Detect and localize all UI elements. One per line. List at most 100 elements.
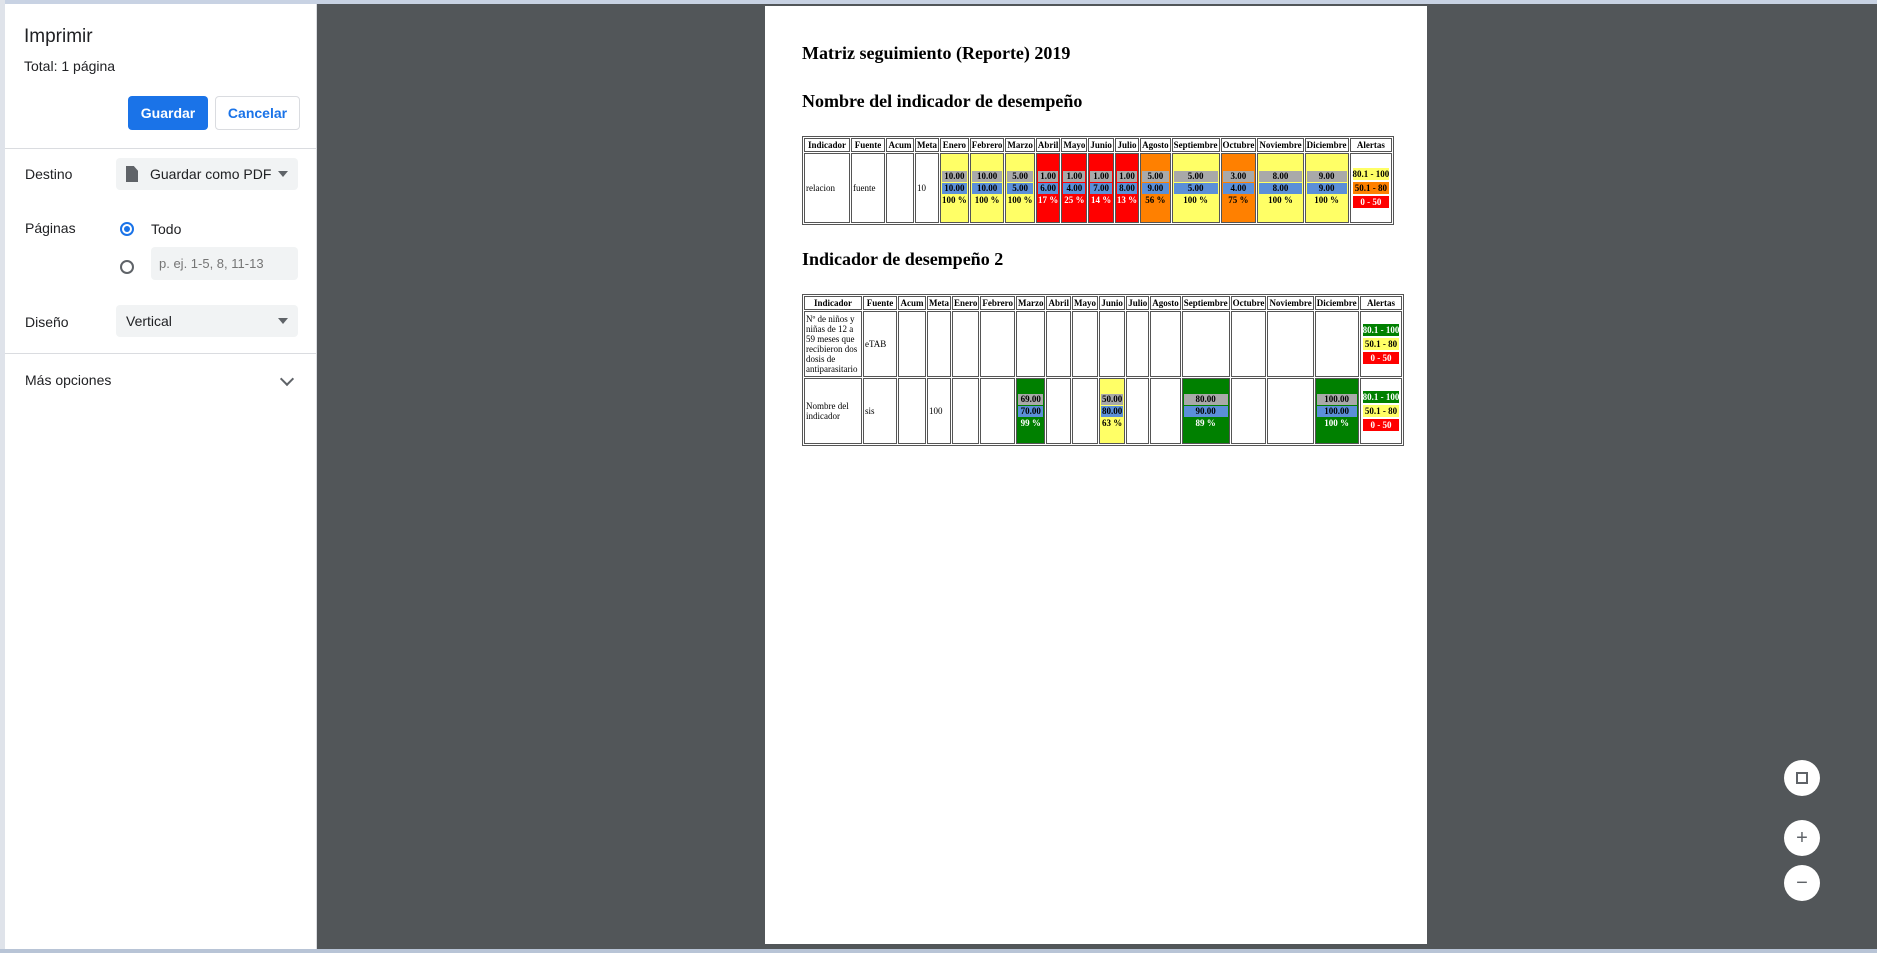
print-dialog-title: Imprimir: [24, 26, 93, 47]
zoom-out-button[interactable]: −: [1784, 865, 1820, 901]
layout-select[interactable]: Vertical: [116, 305, 298, 337]
column-header: Meta: [915, 138, 939, 152]
month-cell: [1150, 378, 1181, 444]
value-accumulated: 100.00: [1316, 394, 1357, 405]
value-target: 4.00: [1063, 183, 1086, 194]
value-accumulated: 1.00: [1116, 171, 1138, 182]
source-name: eTAB: [863, 311, 897, 377]
column-header: Enero: [952, 296, 980, 310]
alert-range-badge: 80.1 - 100: [1362, 391, 1400, 403]
alert-range-badge: 50.1 - 80: [1362, 338, 1400, 350]
value-accumulated: 5.00: [1173, 171, 1218, 182]
month-cell: [1230, 378, 1267, 444]
month-cell: [1072, 378, 1098, 444]
column-header: Septiembre: [1171, 138, 1220, 152]
pages-custom-radio[interactable]: [120, 260, 134, 274]
column-header: Diciembre: [1304, 138, 1349, 152]
fit-to-page-button[interactable]: [1784, 760, 1820, 796]
fullscreen-icon: [1796, 772, 1808, 784]
column-header: Marzo: [1005, 138, 1035, 152]
section-title-2: Indicador de desempeño 2: [802, 249, 1004, 269]
zoom-in-button[interactable]: +: [1784, 820, 1820, 856]
column-header: Alertas: [1359, 296, 1403, 310]
value-accumulated: 80.00: [1183, 394, 1228, 405]
month-cell: 10.00 10.00 100 %: [940, 153, 969, 223]
column-header: Marzo: [1016, 296, 1046, 310]
month-cell: [952, 311, 980, 377]
month-cell: 10.00 10.00 100 %: [969, 153, 1005, 223]
month-cell: [980, 378, 1015, 444]
total-pages-text: Total: 1 página: [24, 58, 116, 74]
alert-range-badge: 80.1 - 100: [1352, 168, 1390, 180]
minus-icon: −: [1796, 871, 1808, 894]
print-settings-panel: Imprimir Total: 1 página Guardar Cancela…: [5, 4, 317, 949]
percent-value: 89 %: [1195, 418, 1216, 428]
month-cell: 100.00 100.00 100 %: [1314, 378, 1359, 444]
layout-value: Vertical: [126, 313, 172, 329]
month-cell: [1126, 311, 1150, 377]
month-cell: [980, 311, 1015, 377]
pages-range-input[interactable]: [151, 247, 298, 280]
value-accumulated: 5.00: [1142, 171, 1169, 182]
destination-value: Guardar como PDF: [150, 166, 272, 182]
goal-value: 10: [915, 153, 939, 223]
divider: [5, 148, 316, 149]
month-cell: 80.00 90.00 89 %: [1181, 378, 1230, 444]
accumulated-value: [898, 378, 926, 444]
value-target: 80.00: [1101, 406, 1124, 417]
pages-all-radio[interactable]: [120, 222, 134, 236]
dropdown-caret-icon: [278, 318, 288, 324]
source-name: sis: [863, 378, 897, 444]
value-target: 100.00: [1316, 406, 1357, 417]
pages-label: Páginas: [25, 220, 76, 236]
column-header: Mayo: [1061, 138, 1088, 152]
value-target: 9.00: [1306, 183, 1347, 194]
value-target: 8.00: [1116, 183, 1138, 194]
month-cell: [1046, 311, 1071, 377]
value-accumulated: 1.00: [1063, 171, 1086, 182]
indicator-name: relacion: [804, 153, 850, 223]
percent-value: 75 %: [1228, 195, 1249, 205]
destination-select[interactable]: Guardar como PDF: [116, 158, 298, 190]
more-options-toggle[interactable]: Más opciones: [25, 372, 111, 388]
value-target: 7.00: [1090, 183, 1112, 194]
value-target: 4.00: [1222, 183, 1255, 194]
column-header: Octubre: [1230, 296, 1267, 310]
column-header: Noviembre: [1267, 296, 1314, 310]
percent-value: 56 %: [1145, 195, 1166, 205]
column-header: Agosto: [1140, 138, 1171, 152]
month-cell: [952, 378, 980, 444]
percent-value: 63 %: [1102, 418, 1123, 428]
column-header: Febrero: [980, 296, 1015, 310]
value-target: 6.00: [1037, 183, 1059, 194]
accumulated-value: [898, 311, 926, 377]
percent-value: 14 %: [1091, 195, 1112, 205]
column-header: Junio: [1099, 296, 1126, 310]
month-cell: [1314, 311, 1359, 377]
value-target: 9.00: [1142, 183, 1169, 194]
column-header: Octubre: [1220, 138, 1257, 152]
value-accumulated: 69.00: [1018, 394, 1044, 405]
column-header: Indicador: [804, 296, 862, 310]
alerts-cell: 80.1 - 100 50.1 - 80 0 - 50: [1359, 311, 1403, 377]
month-cell: [1181, 311, 1230, 377]
table-row: Nº de niños y niñas de 12 a 59 meses que…: [804, 311, 1403, 377]
value-accumulated: 9.00: [1306, 171, 1347, 182]
month-cell: 5.00 5.00 100 %: [1171, 153, 1220, 223]
indicator-table-2: Indicador Fuente Acum Meta Enero Febrero Marzo…: [802, 294, 1405, 446]
chevron-down-icon[interactable]: [279, 371, 295, 387]
value-accumulated: 10.00: [942, 171, 967, 182]
pages-all-label: Todo: [151, 221, 182, 237]
divider: [5, 353, 316, 354]
month-cell: [1267, 311, 1314, 377]
indicator-name: Nº de niños y niñas de 12 a 59 meses que…: [804, 311, 862, 377]
value-target: 10.00: [971, 183, 1003, 194]
cancel-button[interactable]: Cancelar: [215, 96, 300, 130]
percent-value: 100 %: [942, 195, 967, 205]
save-button[interactable]: Guardar: [128, 96, 208, 130]
column-header: Alertas: [1349, 138, 1393, 152]
window-bottom-strip: [0, 949, 1877, 953]
column-header: Fuente: [851, 138, 885, 152]
month-cell: [1016, 311, 1046, 377]
percent-value: 100 %: [1324, 418, 1350, 428]
